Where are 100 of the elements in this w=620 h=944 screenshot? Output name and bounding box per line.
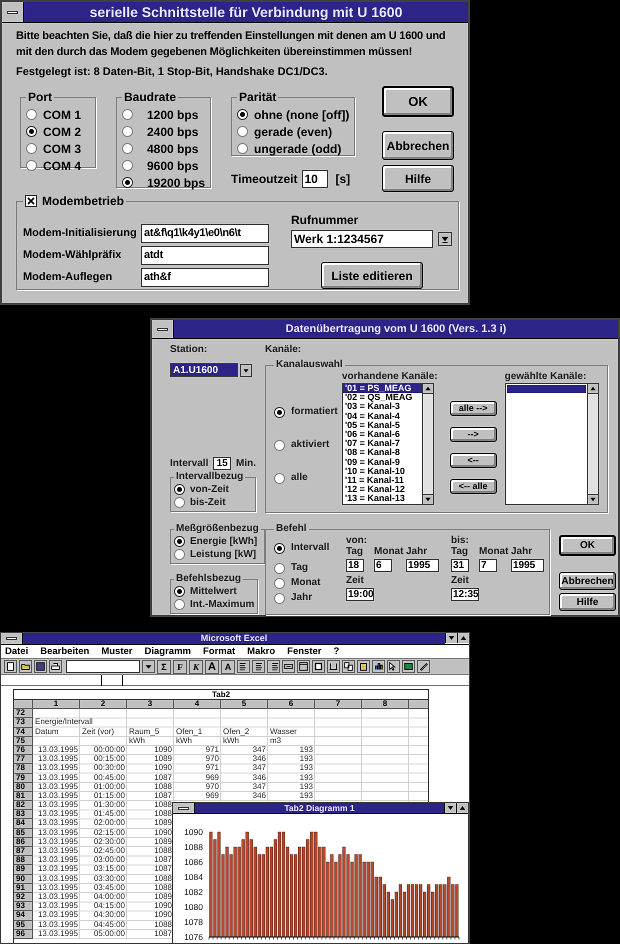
radio-button[interactable] [174, 549, 185, 560]
radio-button[interactable] [122, 160, 133, 171]
menu-item[interactable]: Makro [247, 646, 276, 658]
push-button[interactable]: OK [559, 535, 616, 556]
push-button[interactable]: <-- alle [450, 479, 497, 494]
toolbar-button[interactable]: A [205, 660, 219, 674]
radio-button[interactable] [274, 440, 285, 450]
input-field[interactable]: 31 [451, 559, 469, 572]
push-button[interactable]: Hilfe [559, 593, 616, 611]
radio-button[interactable] [274, 472, 285, 484]
push-button[interactable]: --> [450, 427, 497, 442]
radio-button[interactable] [274, 562, 285, 574]
menu-item[interactable]: Datei [5, 646, 28, 658]
pencil-icon[interactable] [417, 660, 430, 673]
help-pointer-icon[interactable] [387, 660, 400, 673]
push-button[interactable]: Abbrechen [559, 572, 616, 590]
radio-button[interactable] [26, 160, 37, 171]
radio-button[interactable] [26, 126, 37, 137]
push-button[interactable]: <-- [450, 453, 497, 468]
combo-field[interactable]: Werk 1:1234567 [291, 230, 433, 248]
push-button[interactable]: alle --> [450, 401, 497, 416]
paste-icon[interactable] [357, 660, 370, 673]
list-item[interactable]: '05 = Kanal-5 [343, 420, 422, 430]
menu-item[interactable]: ? [333, 646, 340, 658]
list-item[interactable]: '04 = Kanal-4 [343, 412, 422, 421]
radio-button[interactable] [26, 143, 37, 154]
scrollbar[interactable] [586, 384, 598, 504]
radio-button[interactable] [122, 143, 133, 154]
save-icon[interactable] [34, 660, 47, 673]
radio-button[interactable] [174, 497, 185, 508]
list-item[interactable]: '12 = Kanal-12 [343, 485, 422, 494]
system-menu-icon[interactable] [1, 633, 23, 644]
toolbar-button[interactable]: F [173, 660, 187, 674]
input-field[interactable]: 1995 [511, 559, 544, 572]
push-button[interactable]: Hilfe [382, 165, 454, 192]
list-item[interactable]: '08 = Kanal-8 [343, 448, 422, 458]
new-sheet-icon[interactable] [4, 660, 17, 673]
input-field[interactable]: 18 [346, 559, 364, 572]
input-field[interactable]: at&f\q1\k4y1\e0\n6\t [141, 224, 269, 242]
radio-button[interactable] [174, 599, 185, 610]
radio-button[interactable] [237, 143, 248, 154]
list-item[interactable]: '01 = PS_MEAG [343, 384, 422, 394]
input-field[interactable]: ath&f [141, 268, 269, 286]
list-item[interactable]: '03 = Kanal-3 [343, 402, 422, 412]
menu-item[interactable]: Fenster [287, 646, 322, 658]
radio-button[interactable] [274, 542, 285, 554]
input-field[interactable]: 15 [213, 457, 231, 470]
push-button[interactable]: Abbrechen [382, 131, 454, 160]
radio-button[interactable] [274, 578, 285, 588]
radio-button[interactable] [122, 109, 133, 120]
list-item[interactable]: '06 = Kanal-6 [343, 430, 422, 440]
copy-icon[interactable] [342, 660, 355, 673]
radio-button[interactable] [174, 586, 185, 597]
open-folder-icon[interactable] [19, 660, 32, 673]
push-button[interactable]: Liste editieren [321, 262, 423, 289]
font-field[interactable] [66, 660, 140, 673]
monitor-icon[interactable] [402, 660, 415, 673]
menu-item[interactable]: Bearbeiten [40, 646, 90, 658]
input-field[interactable]: 10 [302, 170, 328, 188]
radio-button[interactable] [122, 126, 133, 137]
menu-item[interactable]: Muster [101, 646, 132, 658]
list-item[interactable]: '07 = Kanal-7 [343, 439, 422, 448]
tick-label: 1086 [184, 857, 203, 867]
align-center-icon[interactable] [252, 660, 265, 673]
radio-button[interactable] [274, 406, 285, 418]
input-field[interactable]: atdt [141, 246, 269, 264]
radio-button[interactable] [174, 536, 185, 547]
merge-cells-icon[interactable] [282, 660, 295, 673]
input-field[interactable]: 7 [479, 559, 497, 572]
list-item[interactable]: '13 = Kanal-13 [343, 494, 422, 504]
menu-item[interactable]: Diagramm [144, 646, 191, 658]
border-icon[interactable] [297, 660, 310, 673]
input-field[interactable]: 6 [374, 559, 392, 572]
align-right-icon[interactable] [267, 660, 280, 673]
list-item[interactable]: '11 = Kanal-11 [343, 476, 422, 486]
list-item[interactable]: '09 = Kanal-9 [343, 458, 422, 467]
input-field[interactable]: 1995 [406, 559, 439, 572]
list-item[interactable]: '02 = QS_MEAG [343, 393, 422, 402]
print-icon[interactable] [49, 660, 62, 673]
scrollbar[interactable] [422, 384, 433, 504]
checkbox[interactable] [25, 195, 37, 207]
bottom-border-icon[interactable] [327, 660, 340, 673]
toolbar-button[interactable]: Σ [157, 660, 171, 674]
system-menu-icon[interactable] [173, 803, 195, 813]
bar-chart-icon[interactable] [372, 660, 385, 673]
toolbar-button[interactable]: K [189, 660, 203, 674]
radio-button[interactable] [274, 592, 285, 604]
window-title: Tab2 [212, 690, 230, 699]
radio-button[interactable] [174, 484, 185, 495]
menu-item[interactable]: Format [202, 646, 236, 658]
list-item[interactable]: '10 = Kanal-10 [343, 466, 422, 476]
radio-button[interactable] [26, 109, 37, 120]
radio-button[interactable] [122, 177, 133, 188]
align-left-icon[interactable] [237, 660, 250, 673]
radio-button[interactable] [237, 109, 248, 120]
radio-button[interactable] [237, 126, 248, 137]
push-button[interactable]: OK [382, 86, 454, 117]
combo-field[interactable]: A1.U1600 [170, 363, 238, 377]
frame-icon[interactable] [312, 660, 325, 673]
toolbar-button[interactable]: A [221, 660, 235, 674]
